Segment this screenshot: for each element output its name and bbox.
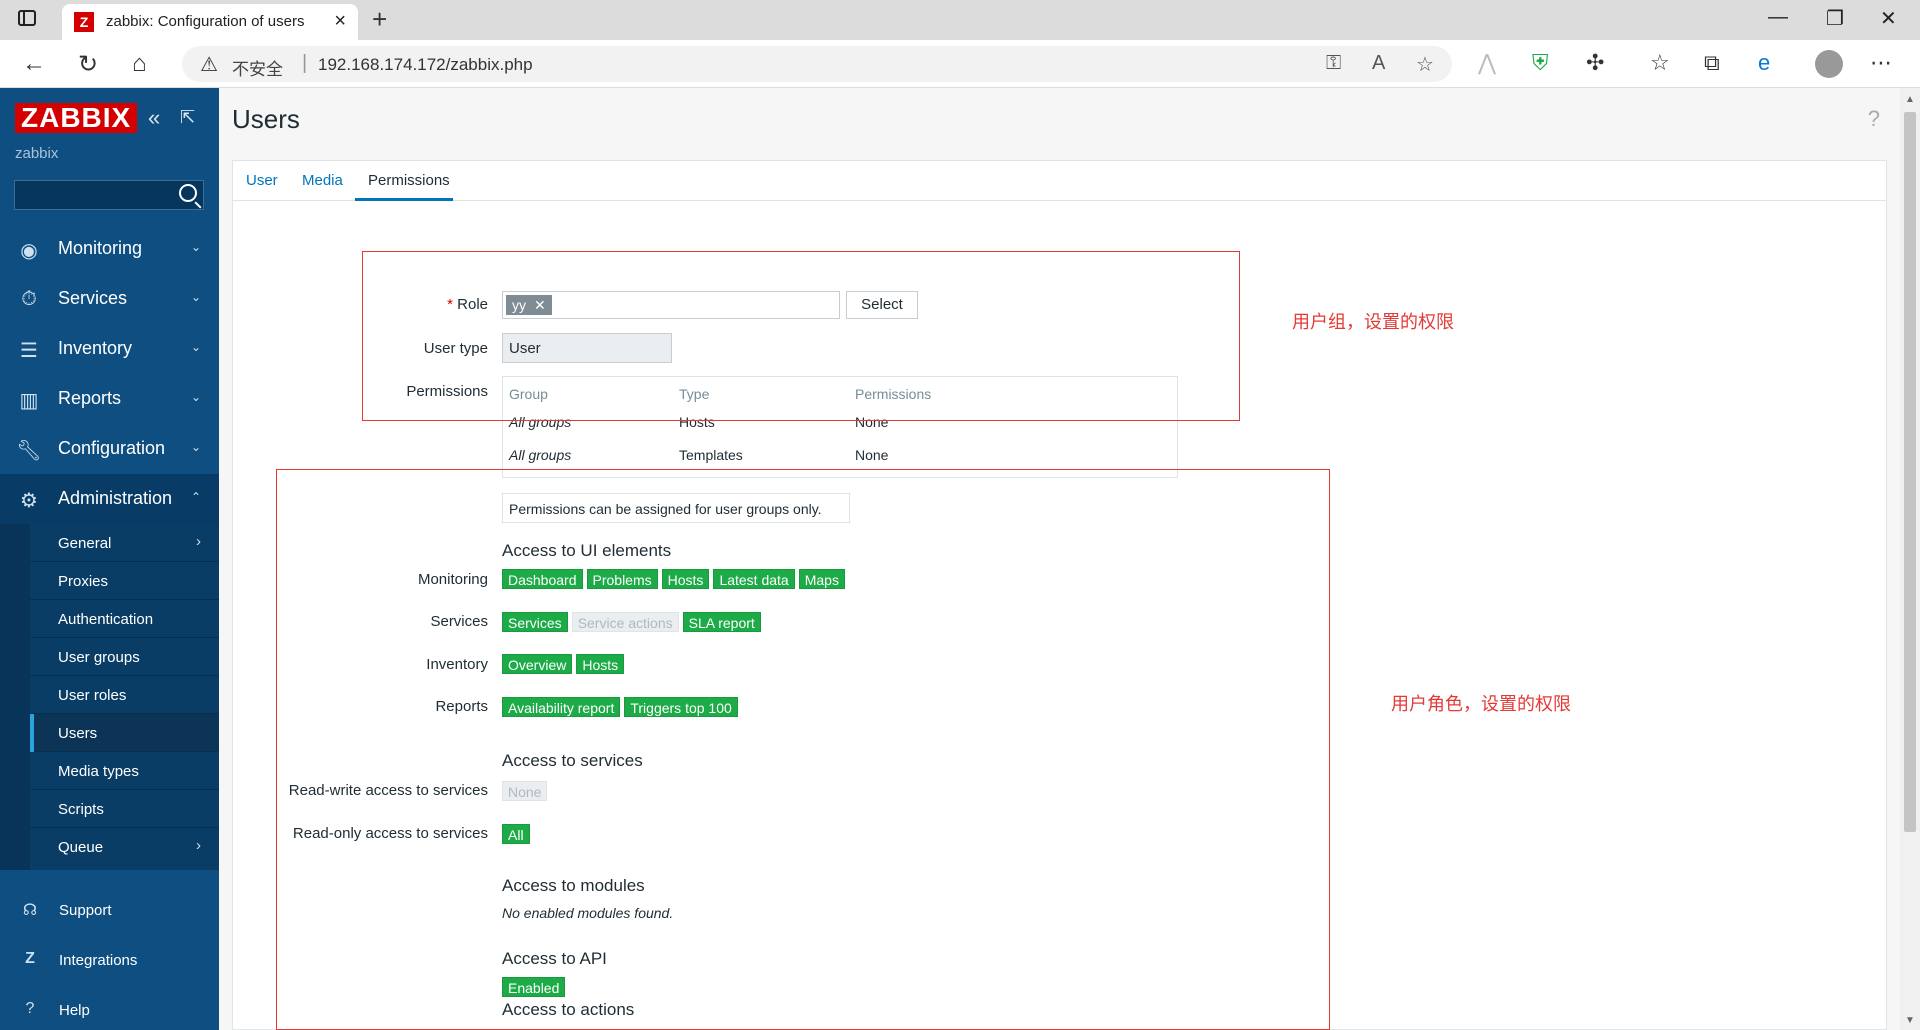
chevron-down-icon: ⌄ [190, 390, 201, 404]
back-icon[interactable]: ← [22, 50, 46, 78]
minimize-icon[interactable]: — [1768, 6, 1788, 29]
collections-icon[interactable]: ⧉ [1704, 50, 1720, 76]
active-tab-indicator [355, 198, 453, 201]
administration-submenu: General › Proxies Authentication User gr… [30, 524, 219, 870]
menu-administration[interactable]: ⚙ Administration ⌃ [0, 474, 219, 524]
user-role-annotation-box [276, 469, 1330, 1030]
kiosk-mode-icon[interactable]: ⇱ [180, 107, 195, 128]
submenu-media-types[interactable]: Media types [30, 752, 219, 790]
submenu-scripts[interactable]: Scripts [30, 790, 219, 828]
help-icon[interactable]: ? [1868, 106, 1880, 132]
submenu-user-roles[interactable]: User roles [30, 676, 219, 714]
gear-icon: ⚙ [20, 490, 38, 512]
scrollbar-thumb[interactable] [1904, 112, 1916, 832]
table-row-group: All groups [509, 447, 572, 463]
scroll-down-icon[interactable]: ▼ [1905, 1015, 1915, 1026]
more-icon[interactable]: ⋯ [1870, 50, 1892, 76]
sidebar: ZABBIX « ⇱ zabbix ◉ Monitoring ⌄ ⏱ Servi… [0, 88, 219, 1030]
table-row-type: Templates [679, 447, 743, 463]
submenu-strip [0, 524, 30, 870]
user-role-annotation: 用户角色，设置的权限 [1391, 694, 1571, 714]
favorites-icon[interactable]: ☆ [1650, 50, 1670, 76]
services-icon: ⏱ [21, 288, 37, 310]
tab-bar: User Media Permissions [233, 161, 1886, 201]
edge-icon[interactable]: e [1758, 50, 1770, 76]
footer-help[interactable]: ? Help [0, 990, 219, 1030]
extension-a-icon[interactable]: ⋀ [1478, 50, 1496, 76]
wrench-icon: 🔧︎ [16, 440, 42, 462]
url-text[interactable]: 192.168.174.172/zabbix.php [318, 55, 533, 75]
submenu-users[interactable]: Users [30, 714, 219, 752]
eye-icon: ◉ [20, 240, 38, 262]
insecure-label: 不安全 [232, 60, 283, 79]
collapse-sidebar-icon[interactable]: « [148, 105, 160, 131]
favorite-add-icon[interactable]: ☆ [1416, 52, 1434, 77]
close-window-icon[interactable]: ✕ [1880, 6, 1897, 31]
shield-icon[interactable]: ⛨ [1532, 50, 1549, 76]
menu-inventory[interactable]: ☰ Inventory ⌄ [0, 324, 219, 374]
menu-services[interactable]: ⏱ Services ⌄ [0, 274, 219, 324]
submenu-general[interactable]: General › [30, 524, 219, 562]
warning-icon: ⚠ [200, 54, 218, 76]
chevron-down-icon: ⌄ [190, 240, 201, 254]
page-title: Users [232, 104, 300, 134]
new-tab-icon[interactable]: + [372, 4, 387, 35]
chevron-up-icon: ⌃ [190, 490, 201, 504]
browser-tab[interactable]: Z zabbix: Configuration of users × [62, 4, 358, 40]
tab-actions-icon[interactable] [18, 10, 40, 30]
profile-avatar[interactable] [1815, 50, 1843, 78]
scroll-up-icon[interactable]: ▲ [1905, 94, 1915, 105]
table-row-permission: None [855, 447, 889, 463]
user-group-annotation-box [362, 251, 1240, 421]
tab-user[interactable]: User [246, 172, 278, 189]
read-aloud-icon[interactable]: A [1372, 52, 1385, 75]
search-icon[interactable] [179, 184, 197, 202]
browser-tab-bar: Z zabbix: Configuration of users × + — ❐… [0, 0, 1920, 40]
zabbix-favicon-icon: Z [74, 12, 94, 32]
url-separator: | [302, 52, 308, 74]
main-content: Users ? User Media Permissions * Role yy… [219, 88, 1900, 1030]
tab-title: zabbix: Configuration of users [106, 13, 305, 30]
question-icon: ? [25, 1000, 35, 1017]
headset-icon: ☊ [22, 902, 38, 919]
zabbix-logo[interactable]: ZABBIX [15, 103, 138, 133]
chevron-right-icon: › [196, 533, 201, 550]
chevron-down-icon: ⌄ [190, 290, 201, 304]
address-bar: ← ↻ ⌂ ⚠ 不安全 | 192.168.174.172/zabbix.php… [0, 40, 1920, 88]
url-box[interactable]: ⚠ 不安全 | 192.168.174.172/zabbix.php ⚿ A ☆ [182, 46, 1452, 82]
submenu-authentication[interactable]: Authentication [30, 600, 219, 638]
home-icon[interactable]: ⌂ [132, 50, 147, 78]
tab-permissions[interactable]: Permissions [368, 172, 450, 189]
key-icon[interactable]: ⚿ [1326, 52, 1341, 75]
footer-support[interactable]: ☊ Support [0, 890, 219, 930]
bar-chart-icon: ▥ [19, 390, 39, 412]
user-group-annotation: 用户组，设置的权限 [1292, 312, 1454, 332]
menu-monitoring[interactable]: ◉ Monitoring ⌄ [0, 224, 219, 274]
submenu-proxies[interactable]: Proxies [30, 562, 219, 600]
menu-configuration[interactable]: 🔧︎ Configuration ⌄ [0, 424, 219, 474]
footer-integrations[interactable]: Z Integrations [0, 940, 219, 980]
list-icon: ☰ [20, 340, 38, 362]
refresh-icon[interactable]: ↻ [78, 50, 98, 79]
close-tab-icon[interactable]: × [334, 10, 346, 33]
tab-media[interactable]: Media [302, 172, 343, 189]
sidebar-search-input[interactable] [14, 180, 204, 210]
page-scrollbar[interactable]: ▲ ▼ [1900, 88, 1920, 1030]
menu-reports[interactable]: ▥ Reports ⌄ [0, 374, 219, 424]
z-icon: Z [25, 950, 35, 967]
restore-icon[interactable]: ❐ [1826, 6, 1844, 31]
submenu-user-groups[interactable]: User groups [30, 638, 219, 676]
submenu-queue[interactable]: Queue › [30, 828, 219, 866]
chevron-right-icon: › [196, 837, 201, 854]
chevron-down-icon: ⌄ [190, 440, 201, 454]
extensions-icon[interactable]: ✣ [1586, 50, 1604, 76]
server-name: zabbix [15, 145, 59, 162]
chevron-down-icon: ⌄ [190, 340, 201, 354]
